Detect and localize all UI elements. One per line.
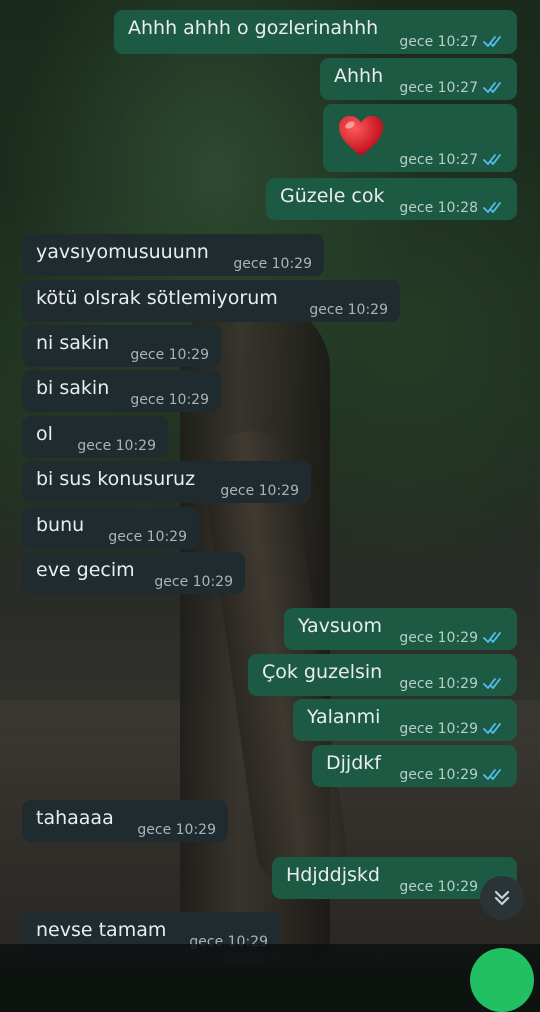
message-meta: gece 10:29 bbox=[130, 392, 209, 408]
message-text: tahaaaa bbox=[36, 807, 114, 829]
message-text: Djjdkf bbox=[326, 752, 381, 774]
double-check-icon bbox=[483, 632, 501, 643]
outgoing-message-bubble[interactable]: Güzele cok gece 10:28 bbox=[266, 178, 517, 220]
message-time: gece 10:29 bbox=[399, 630, 478, 646]
message-text: yavsıyomusuuunn bbox=[36, 241, 209, 263]
incoming-message-bubble[interactable]: yavsıyomusuuunn gece 10:29 bbox=[22, 234, 324, 276]
message-time: gece 10:29 bbox=[399, 676, 478, 692]
incoming-message-bubble[interactable]: tahaaaa gece 10:29 bbox=[22, 800, 228, 842]
message-text: Ahhh bbox=[334, 65, 384, 87]
message-time: gece 10:29 bbox=[130, 392, 209, 408]
double-check-icon bbox=[483, 723, 501, 734]
message-meta: gece 10:29 bbox=[399, 721, 505, 737]
message-time: gece 10:29 bbox=[399, 879, 478, 895]
message-time: gece 10:29 bbox=[399, 767, 478, 783]
message-time: gece 10:29 bbox=[137, 822, 216, 838]
scroll-to-bottom-button[interactable] bbox=[480, 876, 524, 920]
message-meta: gece 10:29 bbox=[399, 676, 505, 692]
message-text: Yavsuom bbox=[298, 615, 382, 637]
message-meta: gece 10:29 bbox=[130, 347, 209, 363]
message-time: gece 10:29 bbox=[108, 529, 187, 545]
message-text: Ahhh ahhh o gozlerinahhh bbox=[128, 17, 379, 39]
incoming-message-bubble[interactable]: eve gecim gece 10:29 bbox=[22, 552, 245, 594]
message-meta: gece 10:29 bbox=[233, 256, 312, 272]
message-text: Hdjddjskd bbox=[286, 864, 380, 886]
outgoing-message-bubble[interactable]: gece 10:27 bbox=[323, 104, 517, 172]
message-meta: gece 10:29 bbox=[108, 529, 187, 545]
message-time: gece 10:29 bbox=[309, 302, 388, 318]
message-meta: gece 10:27 bbox=[399, 34, 505, 50]
message-text: Güzele cok bbox=[280, 185, 385, 207]
message-meta: gece 10:29 bbox=[77, 438, 156, 454]
incoming-message-bubble[interactable]: bi sus konusuruz gece 10:29 bbox=[22, 461, 311, 503]
chevron-double-down-icon bbox=[494, 890, 510, 906]
message-time: gece 10:29 bbox=[154, 574, 233, 590]
message-text: Çok guzelsin bbox=[262, 661, 383, 683]
message-meta: gece 10:29 bbox=[220, 483, 299, 499]
incoming-message-bubble[interactable]: ol gece 10:29 bbox=[22, 416, 168, 458]
message-time: gece 10:27 bbox=[399, 34, 478, 50]
message-time: gece 10:29 bbox=[399, 721, 478, 737]
incoming-message-bubble[interactable]: bi sakin gece 10:29 bbox=[22, 370, 221, 412]
message-meta: gece 10:27 bbox=[399, 152, 505, 168]
message-text: nevse tamam bbox=[36, 919, 167, 941]
message-meta: gece 10:29 bbox=[399, 630, 505, 646]
message-text: bi sakin bbox=[36, 377, 110, 399]
message-time: gece 10:29 bbox=[130, 347, 209, 363]
message-meta: gece 10:29 bbox=[154, 574, 233, 590]
double-check-icon bbox=[483, 202, 501, 213]
double-check-icon bbox=[483, 36, 501, 47]
message-text: bi sus konusuruz bbox=[36, 468, 196, 490]
message-time: gece 10:27 bbox=[399, 152, 478, 168]
outgoing-message-bubble[interactable]: Yalanmi gece 10:29 bbox=[293, 699, 517, 741]
message-meta: gece 10:29 bbox=[399, 767, 505, 783]
message-text: ni sakin bbox=[36, 332, 110, 354]
message-text: eve gecim bbox=[36, 559, 135, 581]
outgoing-message-bubble[interactable]: Ahhh ahhh o gozlerinahhh gece 10:27 bbox=[114, 10, 517, 54]
message-text: ol bbox=[36, 423, 53, 445]
message-text: kötü olsrak sötlemiyorum bbox=[36, 287, 278, 309]
message-meta: gece 10:27 bbox=[399, 80, 505, 96]
outgoing-message-bubble[interactable]: Ahhh gece 10:27 bbox=[320, 58, 517, 100]
incoming-message-bubble[interactable]: ni sakin gece 10:29 bbox=[22, 325, 221, 367]
double-check-icon bbox=[483, 82, 501, 93]
message-text: bunu bbox=[36, 514, 85, 536]
message-composer-bar[interactable] bbox=[0, 944, 540, 966]
outgoing-message-bubble[interactable]: Çok guzelsin gece 10:29 bbox=[248, 654, 517, 696]
incoming-message-bubble[interactable]: kötü olsrak sötlemiyorum gece 10:29 bbox=[22, 280, 400, 322]
message-text: Yalanmi bbox=[307, 706, 381, 728]
incoming-message-bubble[interactable]: bunu gece 10:29 bbox=[22, 507, 199, 549]
message-meta: gece 10:29 bbox=[309, 302, 388, 318]
message-time: gece 10:27 bbox=[399, 80, 478, 96]
outgoing-message-bubble[interactable]: Djjdkf gece 10:29 bbox=[312, 745, 517, 787]
send-button[interactable] bbox=[470, 948, 534, 1012]
double-check-icon bbox=[483, 769, 501, 780]
message-time: gece 10:29 bbox=[220, 483, 299, 499]
message-meta: gece 10:28 bbox=[399, 200, 505, 216]
double-check-icon bbox=[483, 154, 501, 165]
outgoing-message-bubble[interactable]: Yavsuom gece 10:29 bbox=[284, 608, 517, 650]
message-time: gece 10:29 bbox=[233, 256, 312, 272]
message-meta: gece 10:29 bbox=[137, 822, 216, 838]
message-time: gece 10:28 bbox=[399, 200, 478, 216]
double-check-icon bbox=[483, 678, 501, 689]
heart-emoji-icon bbox=[339, 116, 383, 156]
message-time: gece 10:29 bbox=[77, 438, 156, 454]
